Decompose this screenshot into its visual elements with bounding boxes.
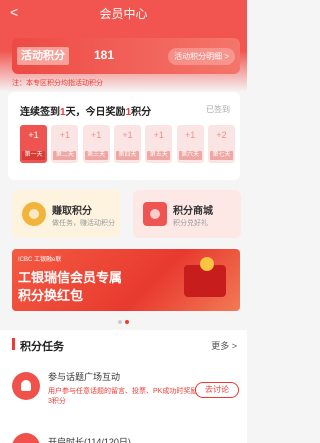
- banner-headline: 工银瑞信会员专属: [18, 270, 123, 285]
- earn-points-card[interactable]: 赚取积分 做任务，赚活动积分: [12, 190, 120, 238]
- coins-icon: [22, 202, 46, 226]
- section-marker: [12, 338, 15, 350]
- task-name: 参与话题广场互动: [48, 372, 121, 382]
- signin-status: 已签到: [206, 105, 230, 114]
- wallet-icon: [143, 202, 167, 226]
- banner-brand: ICBC 工银融e联: [18, 257, 62, 263]
- day-label: 第四天: [115, 151, 139, 160]
- day-label: 第二天: [53, 151, 77, 160]
- signin-title: 连续签到1天，今日奖励1积分: [20, 107, 152, 118]
- task-description: 用户参与任意话题的留言、投票、PK成功时奖励3积分: [48, 388, 198, 405]
- points-mall-card[interactable]: 积分商城 积分兑好礼: [133, 190, 241, 238]
- tasks-more-link[interactable]: 更多 >: [211, 339, 237, 352]
- day-label: 第七天: [209, 151, 233, 160]
- coin-badge-icon: [200, 257, 214, 271]
- banner-pagination: [118, 320, 129, 324]
- earn-points-title: 赚取积分: [52, 206, 92, 217]
- day-reward: +1: [153, 130, 164, 140]
- day-reward: +1: [185, 130, 196, 140]
- signin-day[interactable]: +1 第五天: [145, 125, 173, 163]
- signin-day[interactable]: +1 第四天: [113, 125, 141, 163]
- day-reward: +1: [91, 130, 102, 140]
- nav-bar: < 会员中心: [0, 0, 247, 26]
- banner-subheadline: 积分换红包: [18, 288, 84, 303]
- day-reward: +1: [122, 130, 133, 140]
- signin-day[interactable]: +1 第六天: [176, 125, 204, 163]
- points-mall-title: 积分商城: [173, 206, 213, 217]
- discuss-button[interactable]: 去讨论: [195, 382, 239, 398]
- signin-day[interactable]: +1 第二天: [51, 125, 79, 163]
- signin-card: 连续签到1天，今日奖励1积分 已签到 +1 第一天 +1 第二天 +1 第三天 +1 第四天 +…: [8, 92, 240, 180]
- points-label: 活动积分: [17, 47, 69, 65]
- signin-day[interactable]: +1 第一天: [20, 125, 47, 163]
- pagination-dot[interactable]: [118, 320, 122, 324]
- points-value: 181: [94, 48, 115, 62]
- signin-day[interactable]: +2 第七天: [207, 125, 235, 163]
- bell-icon: [12, 372, 40, 400]
- task-name-2: 开启时长(114/120日): [48, 437, 131, 443]
- day-reward: +2: [216, 130, 227, 140]
- pagination-dot-active[interactable]: [125, 320, 129, 324]
- tasks-section: 积分任务 更多 > 参与话题广场互动 用户参与任意话题的留言、投票、PK成功时奖…: [0, 330, 247, 443]
- day-label: 第六天: [178, 151, 202, 160]
- earn-points-subtitle: 做任务，赚活动积分: [52, 220, 115, 227]
- points-notice: 注：本专区积分均指活动积分: [12, 80, 103, 87]
- points-detail-button[interactable]: 活动积分明细 >: [168, 48, 235, 65]
- task-icon: [12, 433, 40, 443]
- signin-days: +1 第一天 +1 第二天 +1 第三天 +1 第四天 +1 第五天 +1 第六天 +2 第七天: [20, 125, 235, 165]
- promo-banner[interactable]: ICBC 工银融e联 工银瑞信会员专属 积分换红包: [12, 249, 240, 311]
- points-mall-subtitle: 积分兑好礼: [173, 220, 208, 227]
- day-reward: +1: [59, 130, 70, 140]
- tasks-title: 积分任务: [20, 341, 64, 353]
- day-label: 第五天: [147, 151, 171, 160]
- day-label: 第三天: [84, 151, 108, 160]
- day-label: 第一天: [22, 151, 45, 160]
- points-card: 活动积分 181 活动积分明细 >: [12, 38, 240, 74]
- day-reward: +1: [28, 130, 39, 140]
- page-title: 会员中心: [99, 7, 148, 21]
- signin-day[interactable]: +1 第三天: [82, 125, 110, 163]
